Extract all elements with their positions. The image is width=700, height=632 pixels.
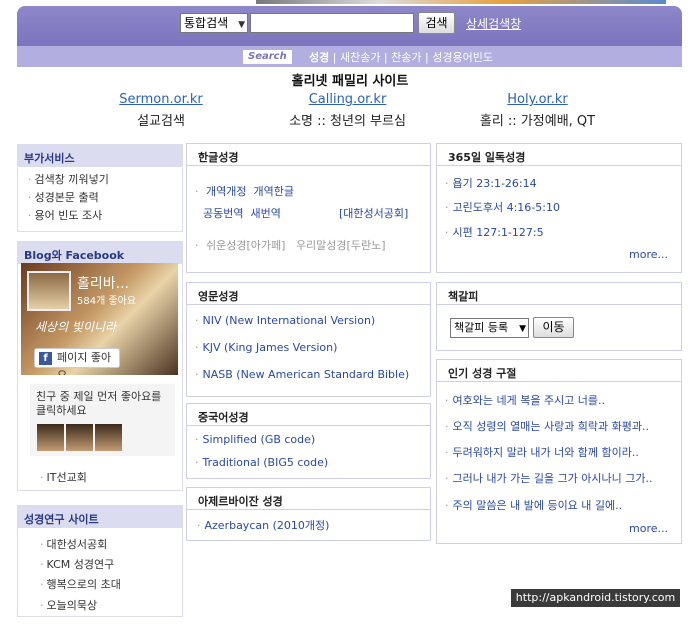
chinese-bible-simplified[interactable]: Simplified (GB code) [195, 433, 316, 446]
english-bible-title: 영문성경 [187, 283, 430, 305]
bookmark-title: 책갈피 [437, 283, 681, 305]
chinese-bible-title: 중국어성경 [187, 404, 430, 426]
subnav-item-bible[interactable]: 성경 [309, 51, 329, 64]
search-tag: Search [243, 50, 292, 64]
bible-revised-korean[interactable]: 개역한글 [253, 185, 293, 198]
it-church-link[interactable]: IT선교회 [40, 469, 87, 485]
facebook-page-name[interactable]: 홀리바... [77, 273, 129, 293]
korean-bible-line2: 공동번역 새번역 [203, 205, 281, 221]
bible-revised-new[interactable]: 개역개정 [206, 185, 246, 198]
sermon-desc: 설교검색 [137, 114, 185, 129]
facebook-friends-box: 친구 중 제일 먼저 좋아요를 클릭하세요 [30, 384, 175, 456]
subnav-item-hymn[interactable]: 찬송가 [391, 51, 421, 64]
popular-verse-item[interactable]: 두려워하지 말라 내가 너와 함께 함이라.. [445, 444, 639, 460]
calling-desc: 소명 :: 청년의 부르심 [289, 114, 406, 129]
holy-desc: 홀리 :: 가정예배, QT [479, 114, 596, 129]
popular-verses-more-link[interactable]: more... [629, 522, 683, 535]
bookmark-select[interactable]: 책갈피 등록 ▼ [450, 318, 529, 338]
chevron-down-icon: ▼ [238, 20, 245, 30]
friend-avatar[interactable] [95, 424, 122, 451]
research-item-daily-meditation[interactable]: 오늘의묵상 [40, 597, 98, 613]
sub-navigation: Search 성경 | 새찬송가 | 찬송가 | 성경용어빈도 [17, 46, 682, 67]
search-scope-value: 통합검색 [184, 16, 229, 30]
watermark-url: http://apkandroid.tistory.com [511, 589, 680, 607]
popular-verse-item[interactable]: 그러나 내가 가는 길을 그가 아시나니 그가.. [445, 470, 653, 486]
korean-bible-title: 한글성경 [187, 144, 430, 166]
azerbaijani-bible-title: 아제르바이잔 성경 [187, 488, 430, 510]
bookmark-select-value: 책갈피 등록 [454, 321, 509, 334]
research-title: 성경연구 사이트 [18, 506, 182, 528]
facebook-like-count: 584개 좋아요 [77, 296, 137, 307]
korean-bible-line1: 개역개정 개역한글 [195, 183, 294, 199]
popular-verse-item[interactable]: 여호와는 네게 복을 주시고 너를.. [445, 392, 606, 408]
service-item-word-frequency[interactable]: 용어 빈도 조사 [28, 207, 103, 223]
popular-verses-title: 인기 성경 구절 [437, 360, 681, 382]
facebook-like-button[interactable]: f 페이지 좋아요 [34, 348, 120, 375]
english-bible-nasb[interactable]: NASB (New American Standard Bible) [195, 368, 410, 381]
chinese-bible-traditional[interactable]: Traditional (BIG5 code) [195, 456, 329, 469]
search-button[interactable]: 검색 [418, 12, 455, 34]
friend-avatar[interactable] [37, 424, 64, 451]
daily-reading-item[interactable]: 시편 127:1-127:5 [445, 224, 544, 240]
facebook-like-label: 페이지 좋아요 [57, 351, 112, 375]
daily-reading-title: 365일 일독성경 [437, 144, 681, 166]
bible-new-translation[interactable]: 새번역 [250, 207, 280, 220]
korean-bible-line3: 쉬운성경[아가페] 우리말성경[두란노] [195, 237, 385, 253]
subnav-item-word-frequency[interactable]: 성경용어빈도 [432, 51, 493, 64]
facebook-page-widget[interactable]: 홀리바... 584개 좋아요 세상의 빛이니라 f 페이지 좋아요 [21, 263, 178, 375]
daily-reading-more-link[interactable]: more... [629, 248, 683, 261]
azerbaijani-bible-2010[interactable]: Azerbaycan (2010개정) [197, 517, 330, 533]
chevron-down-icon: ▼ [519, 324, 526, 334]
family-site-sermon: Sermon.or.kr 설교검색 [100, 92, 222, 129]
family-sites-title: 홀리넷 패밀리 사이트 [291, 74, 409, 89]
services-title: 부가서비스 [18, 145, 182, 167]
english-bible-kjv[interactable]: KJV (King James Version) [195, 341, 338, 354]
advanced-search-link[interactable]: 상세검색창 [466, 15, 521, 32]
research-item-happiness-invitation[interactable]: 행복으로의 초대 [40, 576, 121, 592]
facebook-page-photo [27, 271, 71, 311]
friend-avatar[interactable] [66, 424, 93, 451]
facebook-cover-slogan: 세상의 빛이니라 [35, 320, 117, 334]
service-item-print-text[interactable]: 성경본문 출력 [28, 189, 99, 205]
facebook-friends-text: 친구 중 제일 먼저 좋아요를 클릭하세요 [36, 390, 162, 417]
daily-reading-item[interactable]: 고린도후서 4:16-5:10 [445, 199, 560, 215]
family-site-calling: Calling.or.kr 소명 :: 청년의 부르심 [270, 92, 425, 129]
blog-facebook-title: Blog와 Facebook [18, 242, 182, 264]
bible-common-translation[interactable]: 공동번역 [203, 207, 243, 220]
sub-nav-links: 성경 | 새찬송가 | 찬송가 | 성경용어빈도 [309, 51, 493, 64]
research-item-bible-society[interactable]: 대한성서공회 [40, 536, 108, 552]
bookmark-move-button[interactable]: 이동 [533, 317, 574, 338]
holy-link[interactable]: Holy.or.kr [460, 92, 615, 107]
sermon-link[interactable]: Sermon.or.kr [100, 92, 222, 107]
service-item-embed-search[interactable]: 검색창 끼워넣기 [28, 171, 109, 187]
calling-link[interactable]: Calling.or.kr [270, 92, 425, 107]
search-input[interactable] [250, 13, 414, 33]
korean-bible-society-link[interactable]: [대한성서공회] [339, 205, 408, 221]
daily-reading-item[interactable]: 욥기 23:1-26:14 [445, 175, 537, 191]
popular-verse-item[interactable]: 주의 말씀은 내 발에 등이요 내 길에.. [445, 497, 623, 513]
subnav-item-new-hymn[interactable]: 새찬송가 [340, 51, 380, 64]
search-scope-select[interactable]: 통합검색 ▼ [180, 13, 248, 33]
bible-our-language-duranno[interactable]: 우리말성경[두란노] [296, 239, 386, 252]
popular-verse-item[interactable]: 오직 성령의 열매는 사랑과 희락과 화평과.. [445, 418, 650, 434]
english-bible-niv[interactable]: NIV (New International Version) [195, 314, 376, 327]
facebook-icon: f [39, 352, 52, 365]
research-item-kcm[interactable]: KCM 성경연구 [40, 556, 115, 572]
family-site-holy: Holy.or.kr 홀리 :: 가정예배, QT [460, 92, 615, 129]
top-decoration-strip [256, 0, 666, 4]
bible-easy-agape[interactable]: 쉬운성경[아가페] [206, 239, 285, 252]
